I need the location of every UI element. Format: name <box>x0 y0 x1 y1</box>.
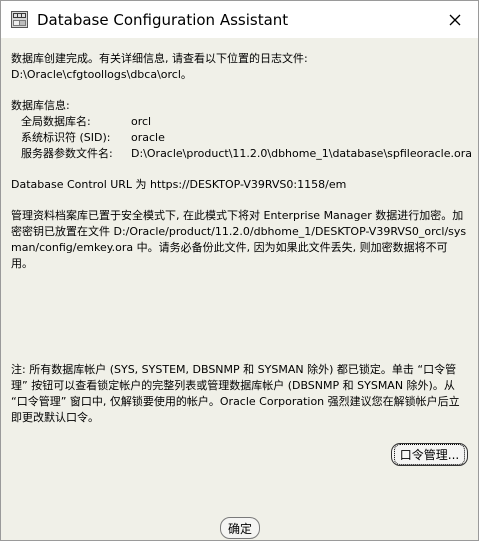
close-icon <box>449 14 461 25</box>
close-button[interactable] <box>432 1 478 38</box>
db-info-label: 系统标识符 (SID): <box>21 131 111 144</box>
db-info-value: oracle <box>131 131 165 144</box>
db-info-value: orcl <box>131 115 152 128</box>
ok-button[interactable]: 确定 <box>220 517 260 539</box>
db-info-row-spfile: 服务器参数文件名: D:\Oracle\product\11.2.0\dbhom… <box>11 146 472 162</box>
db-info-label: 服务器参数文件名: <box>21 147 113 160</box>
db-info-value: D:\Oracle\product\11.2.0\dbhome_1\databa… <box>131 147 472 160</box>
db-info-row-global-name: 全局数据库名: orcl <box>11 114 469 130</box>
database-config-app-icon <box>11 11 28 28</box>
window-title: Database Configuration Assistant <box>37 11 289 29</box>
account-lock-note: 注: 所有数据库帐户 (SYS, SYSTEM, DBSNMP 和 SYSMAN… <box>11 363 460 424</box>
repository-encryption-note: 管理资料档案库已置于安全模式下, 在此模式下将对 Enterprise Mana… <box>11 209 467 270</box>
completion-message: 数据库创建完成。有关详细信息, 请查看以下位置的日志文件: <box>11 52 308 65</box>
password-management-button[interactable]: 口令管理... <box>391 443 468 466</box>
control-url: Database Control URL 为 https://DESKTOP-V… <box>11 178 347 191</box>
message-content: 数据库创建完成。有关详细信息, 请查看以下位置的日志文件: D:\Oracle\… <box>11 51 472 272</box>
password-management-label: 口令管理... <box>393 444 466 465</box>
dbca-dialog: Database Configuration Assistant 数据库创建完成… <box>0 0 479 541</box>
db-info-row-sid: 系统标识符 (SID): oracle <box>11 130 469 146</box>
title-bar[interactable]: Database Configuration Assistant <box>1 1 478 38</box>
db-info-label: 全局数据库名: <box>21 115 91 128</box>
log-file-path: D:\Oracle\cfgtoollogs\dbca\orcl。 <box>11 68 192 81</box>
db-info-heading: 数据库信息: <box>11 99 70 112</box>
